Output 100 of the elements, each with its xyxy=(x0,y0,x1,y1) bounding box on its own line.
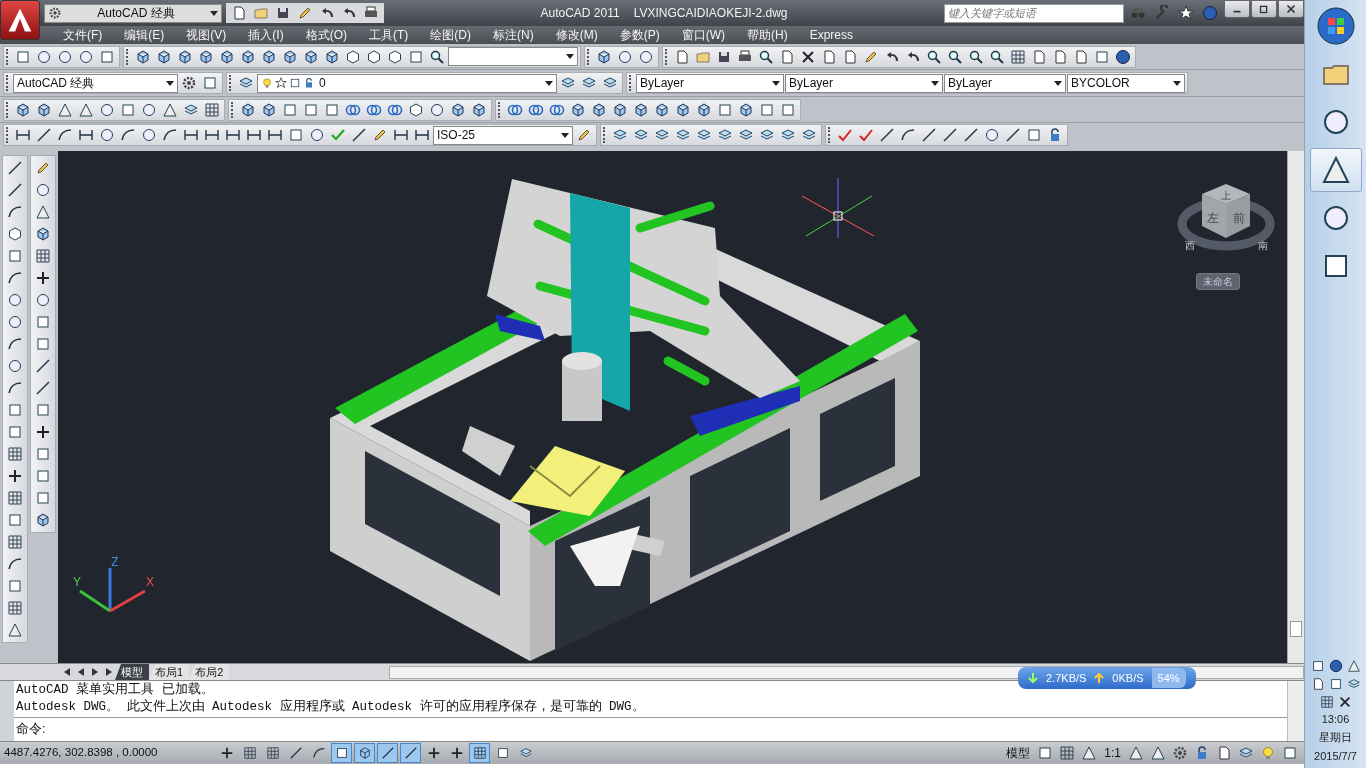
menu-item[interactable]: 编辑(E) xyxy=(113,26,176,44)
line-icon[interactable] xyxy=(380,746,395,760)
cube-icon[interactable] xyxy=(261,48,277,65)
pencil-icon[interactable] xyxy=(372,127,388,143)
menu-item[interactable]: 窗口(W) xyxy=(670,26,736,44)
page-icon[interactable] xyxy=(1031,48,1047,65)
circle-icon[interactable] xyxy=(429,101,445,118)
menu-item[interactable]: 参数(P) xyxy=(608,26,671,44)
layers-icon[interactable] xyxy=(1346,676,1361,691)
annotation-scale[interactable]: 1:1 xyxy=(1101,744,1124,762)
cube-icon[interactable] xyxy=(35,512,51,528)
line-icon[interactable] xyxy=(351,127,367,143)
page-icon[interactable] xyxy=(674,48,690,65)
circle-icon[interactable] xyxy=(99,101,115,118)
arc-icon[interactable] xyxy=(162,127,178,143)
page-icon[interactable] xyxy=(842,48,858,65)
layers-icon[interactable] xyxy=(518,746,533,760)
gear-icon[interactable] xyxy=(181,75,197,91)
clock-time[interactable]: 13:06 xyxy=(1321,710,1350,727)
square-icon[interactable] xyxy=(495,746,510,760)
grid-icon[interactable] xyxy=(1059,745,1076,761)
arc-icon[interactable] xyxy=(7,336,23,352)
cube-icon[interactable] xyxy=(261,101,277,118)
magnifier-icon[interactable] xyxy=(926,48,942,65)
grid-icon[interactable] xyxy=(204,101,220,118)
cube-icon[interactable] xyxy=(696,101,712,118)
cube-icon[interactable] xyxy=(612,101,628,118)
linetype-dropdown[interactable]: ByLayer xyxy=(785,73,943,93)
line-icon[interactable] xyxy=(1005,127,1021,143)
pencil-icon[interactable] xyxy=(297,5,313,21)
close-icon[interactable] xyxy=(1284,2,1298,16)
cube-icon[interactable] xyxy=(738,101,754,118)
page-icon[interactable] xyxy=(821,48,837,65)
circle-icon[interactable] xyxy=(309,127,325,143)
magnifier-icon[interactable] xyxy=(989,48,1005,65)
square-icon[interactable] xyxy=(334,746,349,760)
cube-icon[interactable] xyxy=(35,226,51,242)
cube-icon[interactable] xyxy=(198,48,214,65)
cube-icon[interactable] xyxy=(240,48,256,65)
cube-icon[interactable] xyxy=(450,101,466,118)
triangle-icon[interactable] xyxy=(78,101,94,118)
caret-icon[interactable] xyxy=(561,132,569,138)
dimension-line-icon[interactable] xyxy=(78,127,94,143)
check-icon[interactable] xyxy=(330,127,346,143)
grid-icon[interactable] xyxy=(7,490,23,506)
workspace-dropdown[interactable]: AutoCAD 经典 xyxy=(13,73,178,93)
vertical-scrollbar[interactable] xyxy=(1287,681,1304,741)
dimension-line-icon[interactable] xyxy=(267,127,283,143)
cube-icon[interactable] xyxy=(654,101,670,118)
circle-icon[interactable] xyxy=(7,314,23,330)
line-icon[interactable] xyxy=(36,127,52,143)
grid-icon[interactable] xyxy=(242,746,257,760)
cube-icon[interactable] xyxy=(36,101,52,118)
triangle-icon[interactable] xyxy=(162,101,178,118)
page-icon[interactable] xyxy=(779,48,795,65)
clock-day[interactable]: 星期日 xyxy=(1319,729,1352,746)
plot-style-dropdown[interactable]: BYCOLOR xyxy=(1067,73,1185,93)
grid-icon[interactable] xyxy=(7,534,23,550)
circle-icon[interactable] xyxy=(638,48,654,65)
grid-icon[interactable] xyxy=(265,746,280,760)
workspace-dropdown[interactable]: AutoCAD 经典 xyxy=(44,3,222,23)
search-field[interactable]: 键入关键字或短语 xyxy=(944,3,1124,23)
caret-icon[interactable] xyxy=(545,80,553,86)
dimension-line-icon[interactable] xyxy=(225,127,241,143)
arc-icon[interactable] xyxy=(900,127,916,143)
arc-icon[interactable] xyxy=(57,127,73,143)
cube-icon[interactable] xyxy=(282,48,298,65)
circle-icon[interactable] xyxy=(57,48,73,65)
pencil-icon[interactable] xyxy=(35,160,51,176)
cube-icon[interactable] xyxy=(596,48,612,65)
cube-icon[interactable] xyxy=(240,101,256,118)
circle-icon[interactable] xyxy=(35,182,51,198)
right-arrow-icon[interactable] xyxy=(89,667,100,677)
line-icon[interactable] xyxy=(288,746,303,760)
circle-icon[interactable] xyxy=(141,127,157,143)
cross-icon[interactable] xyxy=(800,48,816,65)
bulb-icon[interactable] xyxy=(1260,745,1276,761)
cube-icon[interactable] xyxy=(156,48,172,65)
hexagon-icon[interactable] xyxy=(7,226,23,242)
square-icon[interactable] xyxy=(1037,745,1054,761)
plus-icon[interactable] xyxy=(35,270,51,286)
arc-icon[interactable] xyxy=(7,556,23,572)
dimension-line-icon[interactable] xyxy=(246,127,262,143)
right-arrow-icon[interactable] xyxy=(103,667,114,677)
line-icon[interactable] xyxy=(921,127,937,143)
plus-icon[interactable] xyxy=(35,424,51,440)
menu-item[interactable]: 视图(V) xyxy=(175,26,238,44)
dimension-line-icon[interactable] xyxy=(393,127,409,143)
caret-icon[interactable] xyxy=(566,54,574,59)
circle-icon[interactable] xyxy=(35,292,51,308)
line-icon[interactable] xyxy=(942,127,958,143)
model-space-label[interactable]: 模型 xyxy=(1003,744,1034,762)
menu-item[interactable]: Express xyxy=(798,26,864,44)
magnifier-icon[interactable] xyxy=(947,48,963,65)
dimension-line-icon[interactable] xyxy=(15,127,31,143)
circle-icon[interactable] xyxy=(7,358,23,374)
scrollbar-thumb[interactable] xyxy=(1290,621,1302,637)
layout-tab[interactable]: 布局1 xyxy=(149,664,190,680)
line-icon[interactable] xyxy=(7,160,23,176)
circle-icon[interactable] xyxy=(617,48,633,65)
